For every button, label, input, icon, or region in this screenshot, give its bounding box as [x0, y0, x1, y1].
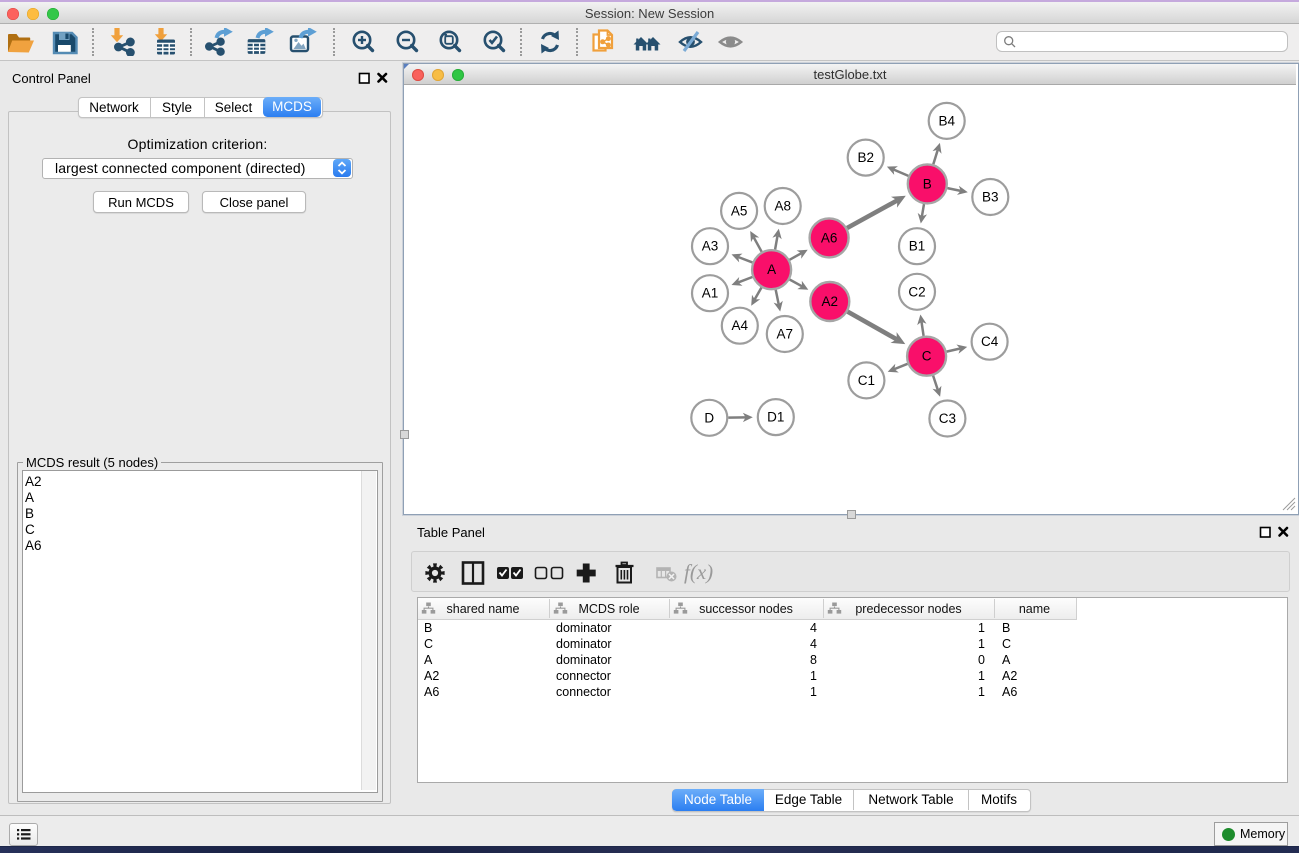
svg-text:C1: C1 — [858, 373, 875, 388]
svg-text:C3: C3 — [939, 411, 956, 426]
svg-text:A8: A8 — [774, 199, 791, 214]
svg-text:D: D — [704, 410, 714, 425]
svg-text:A6: A6 — [821, 230, 838, 245]
svg-text:C: C — [922, 349, 932, 364]
svg-text:B3: B3 — [982, 190, 999, 205]
svg-text:A7: A7 — [777, 327, 794, 342]
svg-text:A4: A4 — [732, 318, 749, 333]
svg-text:A2: A2 — [822, 294, 839, 309]
svg-text:C2: C2 — [908, 284, 925, 299]
svg-text:A1: A1 — [702, 286, 719, 301]
svg-text:C4: C4 — [981, 334, 999, 349]
svg-text:A3: A3 — [702, 239, 719, 254]
svg-text:D1: D1 — [767, 410, 784, 425]
svg-text:A5: A5 — [731, 203, 748, 218]
svg-text:B1: B1 — [909, 239, 926, 254]
svg-text:B2: B2 — [857, 150, 874, 165]
svg-text:B4: B4 — [938, 113, 955, 128]
svg-text:A: A — [767, 262, 776, 277]
svg-text:B: B — [923, 176, 932, 191]
